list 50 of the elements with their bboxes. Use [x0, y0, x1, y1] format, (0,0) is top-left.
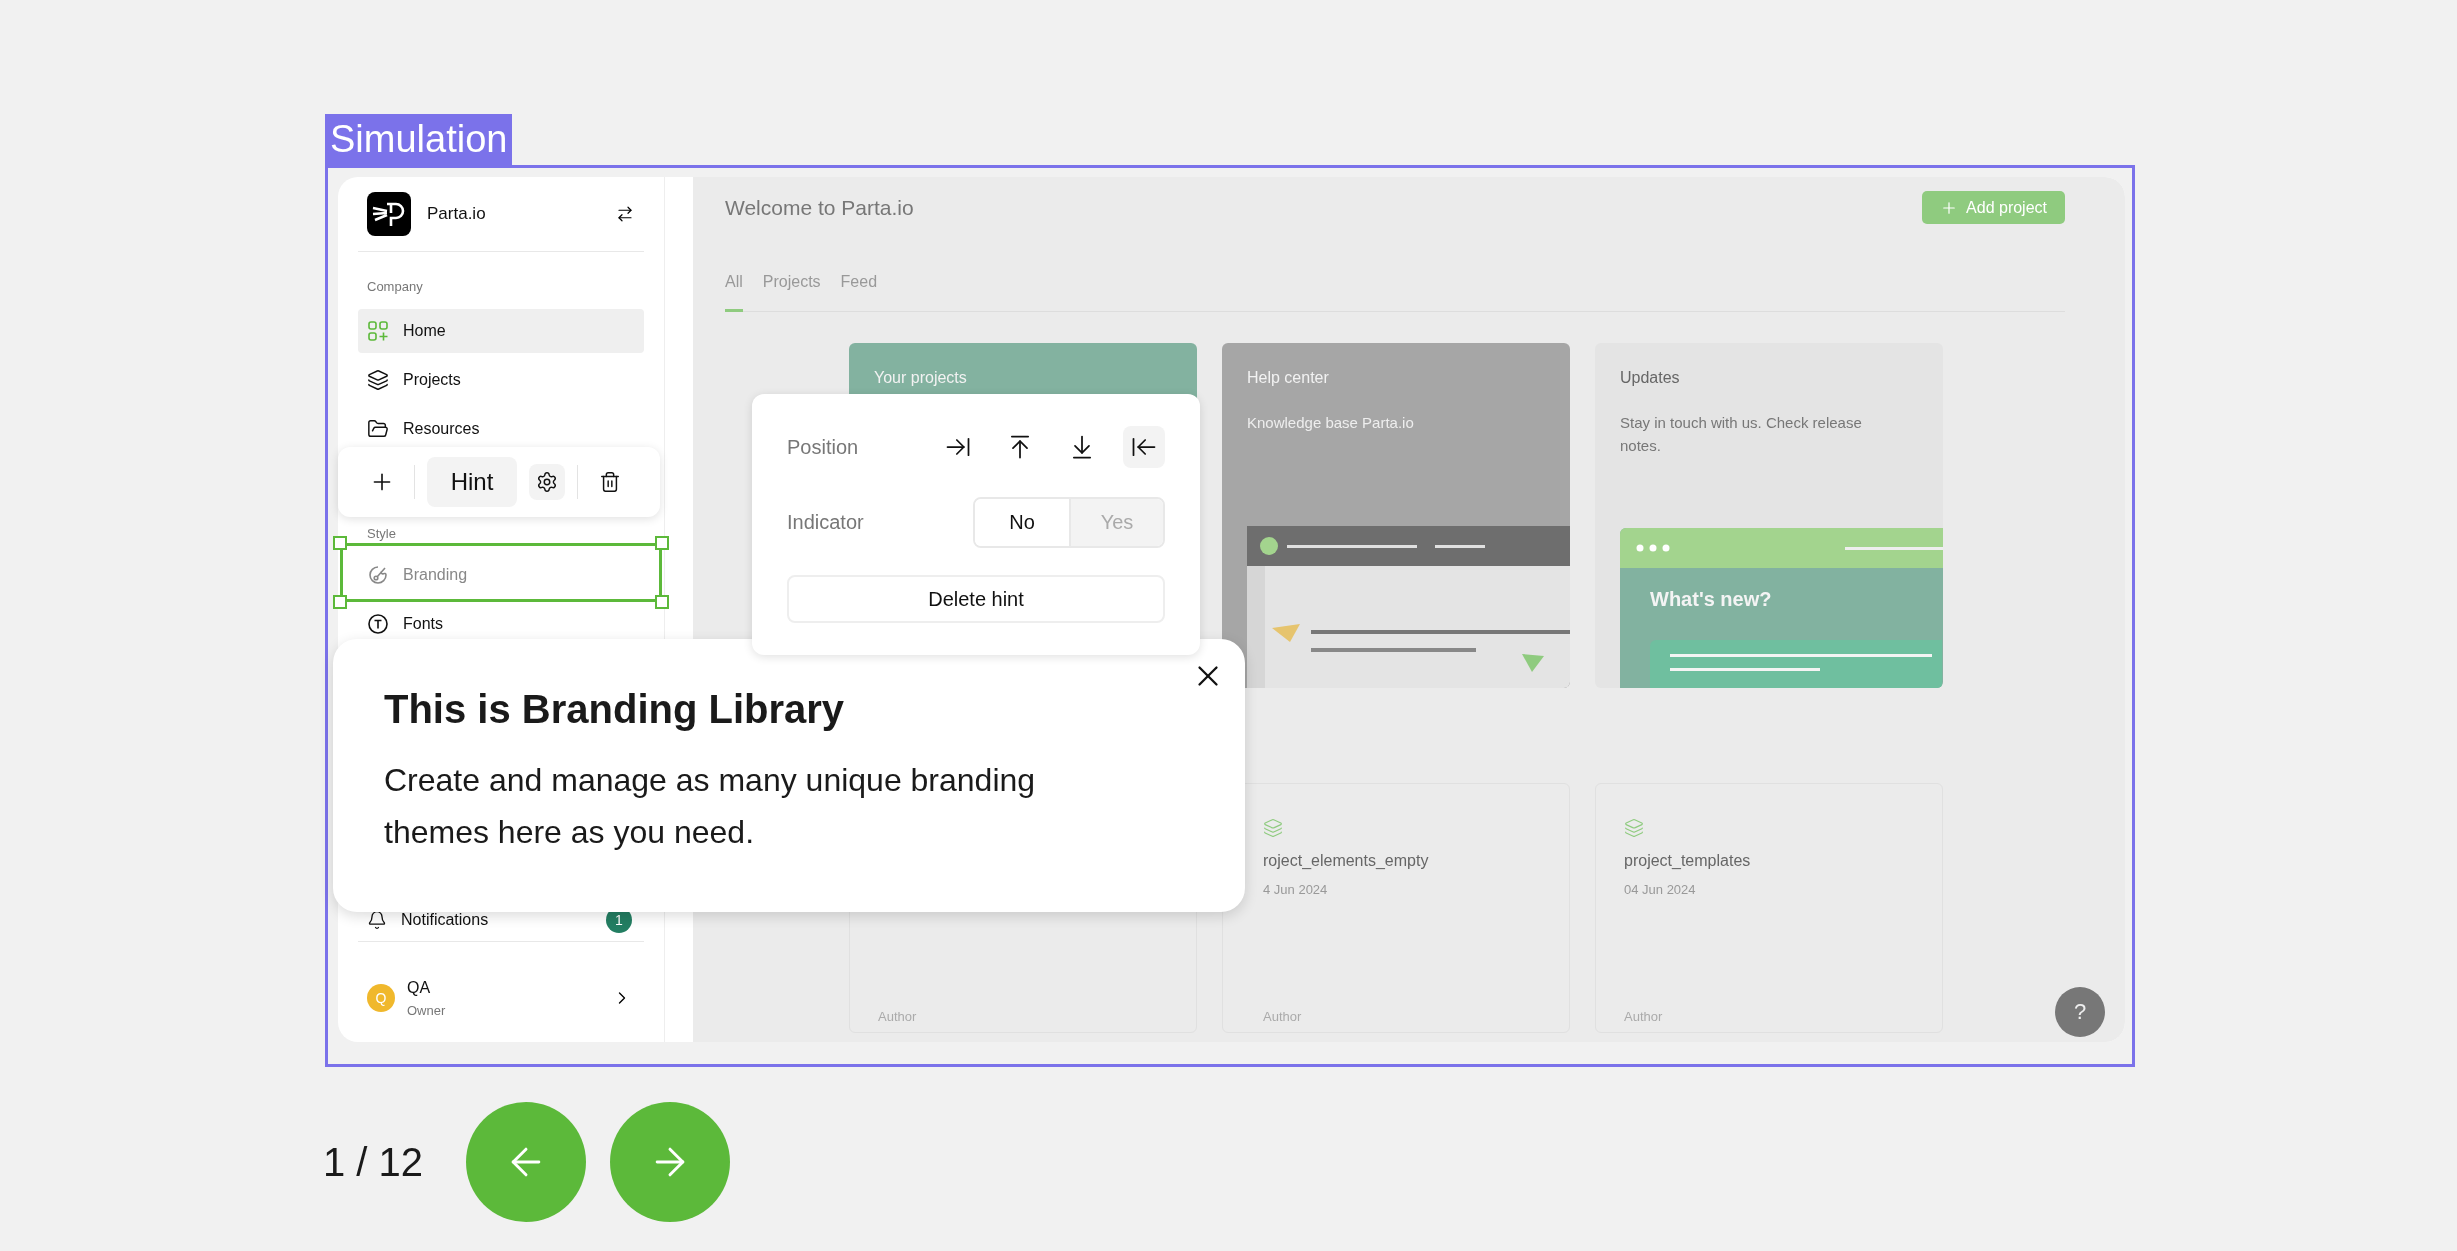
layers-icon	[367, 369, 389, 391]
card-title: Your projects	[874, 369, 968, 387]
project-date: 04 Jun 2024	[1624, 882, 1697, 897]
project-name: project_templates	[1624, 852, 1752, 870]
gear-icon	[536, 471, 558, 493]
layers-icon	[1624, 818, 1644, 838]
sidebar-item[interactable]: Fonts	[358, 602, 644, 646]
sidebar-item[interactable]: Resources	[358, 407, 644, 451]
project-card[interactable]: project_templates 04 Jun 2024 Author	[1595, 783, 1943, 1033]
feature-card[interactable]: Updates Stay in touch with us. Check release notes. What's new?	[1595, 343, 1943, 688]
grid-icon	[367, 320, 389, 342]
simulation-label: Simulation	[325, 114, 513, 165]
avatar: Q	[367, 984, 395, 1012]
user-name: QA	[407, 978, 432, 997]
project-date: 4 Jun 2024	[1263, 882, 1329, 897]
banner-title: What's new?	[1650, 588, 1773, 611]
delete-hint-button[interactable]: Delete hint	[787, 575, 1165, 623]
page-counter: 1 / 12	[323, 1139, 425, 1185]
trash-icon	[599, 471, 621, 493]
logo-icon	[367, 192, 411, 236]
palette-icon	[367, 564, 389, 586]
user-role: Owner	[407, 1002, 447, 1018]
hint-button[interactable]: Hint	[427, 457, 517, 507]
sidebar-item[interactable]: Home	[358, 309, 644, 353]
bell-icon	[367, 909, 387, 930]
switch-icon[interactable]	[616, 205, 634, 223]
project-name: roject_elements_empty	[1263, 852, 1430, 870]
section-title: Style	[366, 525, 397, 543]
font-icon	[367, 613, 389, 635]
card-title: Updates	[1620, 369, 1681, 387]
tooltip-body: Create and manage as many unique branding themes here as you need.	[384, 761, 1037, 852]
indicator-label: Indicator	[787, 511, 864, 534]
sidebar-item[interactable]: Projects	[358, 358, 644, 402]
position-label: Position	[787, 435, 859, 459]
settings-button[interactable]	[529, 464, 565, 500]
project-author: Author	[878, 1009, 918, 1024]
user-profile[interactable]: Q QA Owner	[358, 954, 644, 1042]
position-button[interactable]	[1123, 426, 1165, 468]
page-title: Welcome to Parta.io	[725, 195, 914, 220]
help-button[interactable]: ?	[2055, 987, 2105, 1037]
section-title: Company	[366, 278, 424, 296]
project-author: Author	[1263, 1009, 1303, 1024]
tooltip-title: This is Branding Library	[384, 687, 846, 732]
card-title: Help center	[1247, 369, 1330, 387]
card-text: Knowledge base Parta.io	[1247, 413, 1415, 433]
project-author: Author	[1624, 1009, 1664, 1024]
brand-name: Parta.io	[427, 204, 487, 224]
card-text: Stay in touch with us. Check release notes.	[1620, 413, 1863, 456]
folder-icon	[367, 418, 389, 440]
layers-icon	[1263, 818, 1283, 838]
